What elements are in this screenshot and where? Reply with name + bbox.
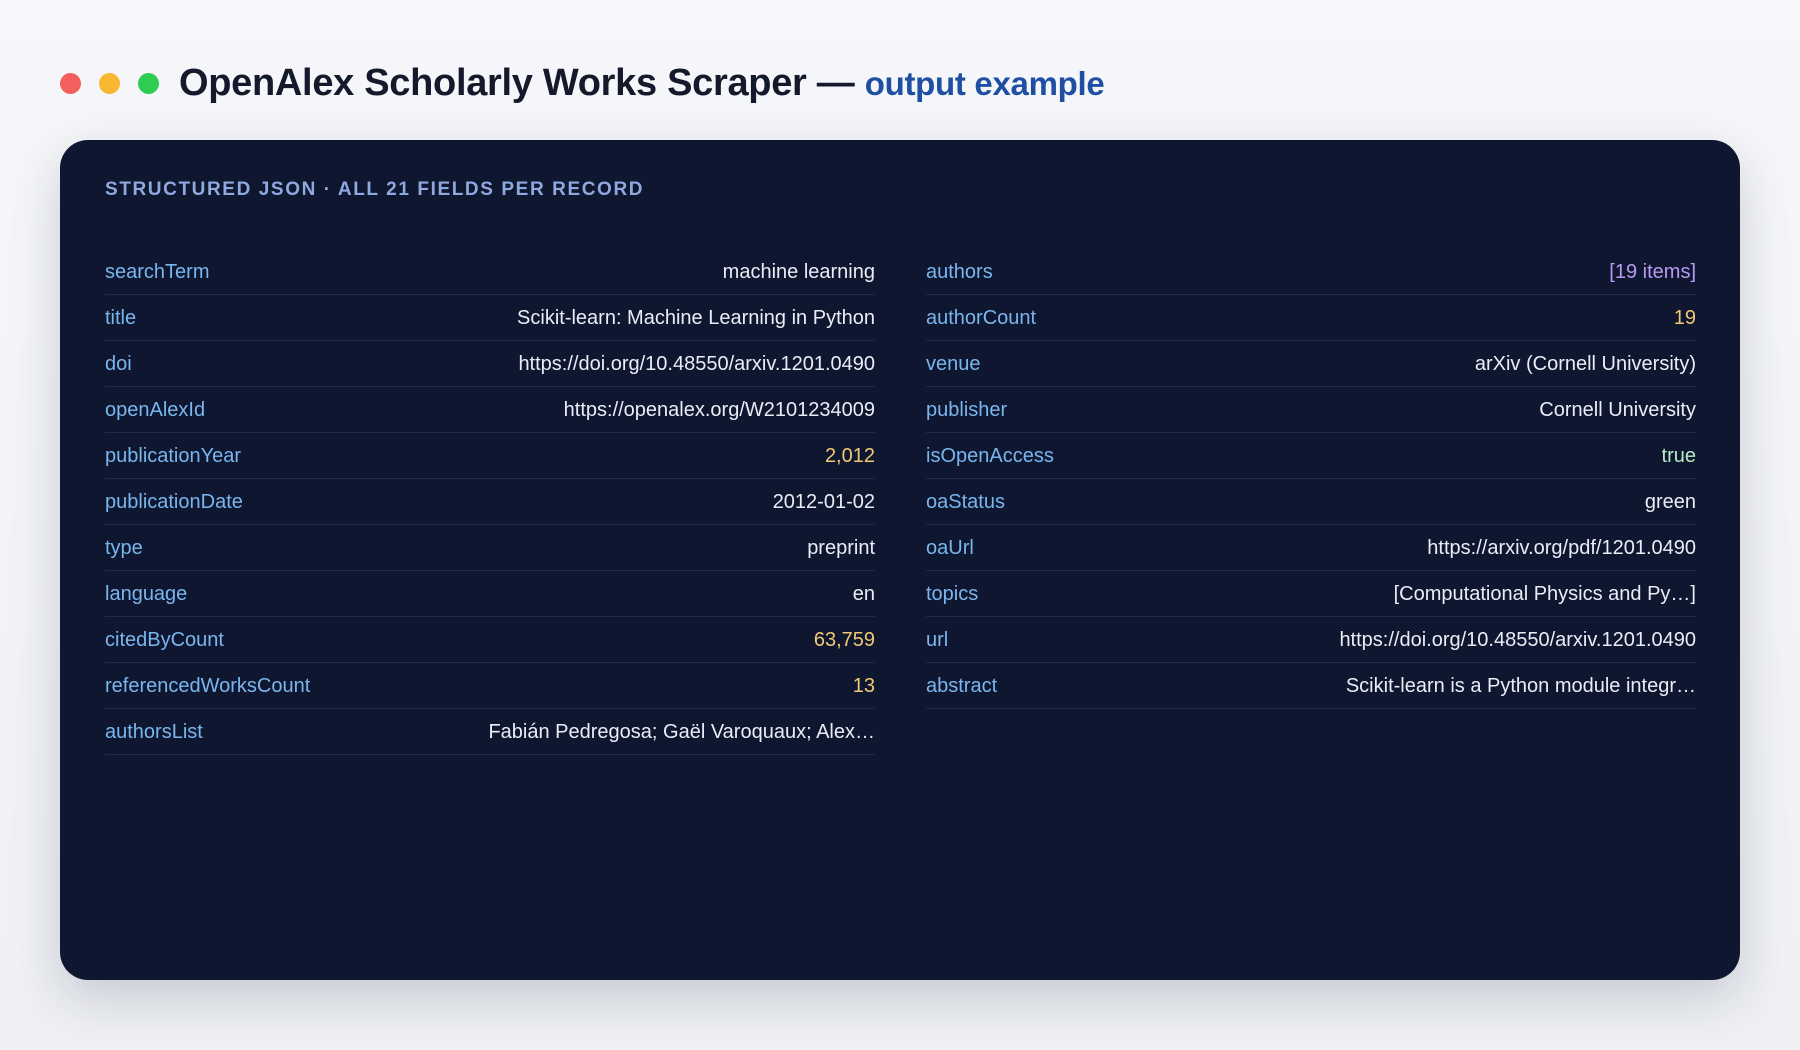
field-row-doi: doi https://doi.org/10.48550/arxiv.1201.0…	[105, 342, 875, 387]
header: OpenAlex Scholarly Works Scraper — outpu…	[60, 58, 1105, 108]
field-value: machine learning	[722, 260, 875, 283]
field-row-oaStatus: oaStatus green	[926, 480, 1696, 525]
field-value: Scikit-learn is a Python module integr…	[1345, 674, 1696, 697]
field-key: topics	[926, 582, 979, 605]
field-key: oaUrl	[926, 536, 974, 559]
field-value: preprint	[807, 536, 875, 559]
field-key: venue	[926, 352, 981, 375]
field-value: 19	[1673, 306, 1696, 329]
field-key: authors	[926, 260, 993, 283]
field-key: referencedWorksCount	[105, 674, 311, 697]
field-key: title	[105, 306, 137, 329]
field-row-searchTerm: searchTerm machine learning	[105, 250, 875, 295]
field-key: doi	[105, 352, 132, 375]
field-value: 13	[852, 674, 875, 697]
field-row-authorCount: authorCount 19	[926, 296, 1696, 341]
panel-label: STRUCTURED JSON · ALL 21 FIELDS PER RECO…	[105, 179, 645, 200]
field-value: 2012-01-02	[772, 490, 875, 513]
field-key: authorsList	[105, 720, 203, 743]
field-row-openAlexId: openAlexId https://openalex.org/W21012340…	[105, 388, 875, 433]
minimize-window-dot[interactable]	[99, 72, 120, 94]
field-row-language: language en	[105, 572, 875, 617]
field-key: searchTerm	[105, 260, 210, 283]
field-key: publicationDate	[105, 490, 243, 513]
json-output-panel: STRUCTURED JSON · ALL 21 FIELDS PER RECO…	[60, 140, 1740, 980]
field-row-citedByCount: citedByCount 63,759	[105, 618, 875, 663]
field-value: true	[1661, 444, 1696, 467]
field-value: [Computational Physics and Py…]	[1393, 582, 1696, 605]
field-key: authorCount	[926, 306, 1037, 329]
field-value: en	[852, 582, 875, 605]
right-field-column: authors [19 items] authorCount 19 venue arXiv…	[926, 250, 1696, 710]
field-row-publicationYear: publicationYear 2,012	[105, 434, 875, 479]
field-row-oaUrl: oaUrl https://arxiv.org/pdf/1201.0490	[926, 526, 1696, 571]
field-value: https://doi.org/10.48550/arxiv.1201.0490	[518, 352, 875, 375]
field-key: citedByCount	[105, 628, 224, 651]
field-value: https://openalex.org/W2101234009	[563, 398, 875, 421]
field-key: isOpenAccess	[926, 444, 1054, 467]
field-value: https://arxiv.org/pdf/1201.0490	[1427, 536, 1696, 559]
page-subtitle: output example	[864, 64, 1105, 102]
field-key: oaStatus	[926, 490, 1005, 513]
left-field-column: searchTerm machine learning title Scikit-le…	[105, 250, 875, 756]
page-title-text: OpenAlex Scholarly Works Scraper —	[179, 61, 855, 104]
field-row-abstract: abstract Scikit-learn is a Python module …	[926, 664, 1696, 709]
page-title: OpenAlex Scholarly Works Scraper — outpu…	[179, 61, 1105, 105]
field-value: green	[1644, 490, 1696, 513]
field-value: [19 items]	[1609, 260, 1696, 283]
field-row-publicationDate: publicationDate 2012-01-02	[105, 480, 875, 525]
field-key: publisher	[926, 398, 1008, 421]
field-key: publicationYear	[105, 444, 242, 467]
field-row-title: title Scikit-learn: Machine Learning in P…	[105, 296, 875, 341]
field-value: Cornell University	[1539, 398, 1696, 421]
field-row-venue: venue arXiv (Cornell University)	[926, 342, 1696, 387]
field-key: abstract	[926, 674, 998, 697]
field-key: type	[105, 536, 143, 559]
field-row-isOpenAccess: isOpenAccess true	[926, 434, 1696, 479]
field-row-url: url https://doi.org/10.48550/arxiv.1201.0…	[926, 618, 1696, 663]
field-value: Fabián Pedregosa; Gaël Varoquaux; Alex…	[488, 720, 875, 743]
maximize-window-dot[interactable]	[138, 72, 159, 94]
field-value: 2,012	[824, 444, 875, 467]
field-key: url	[926, 628, 949, 651]
field-key: language	[105, 582, 188, 605]
field-row-topics: topics [Computational Physics and Py…]	[926, 572, 1696, 617]
close-window-dot[interactable]	[60, 72, 81, 94]
field-row-type: type preprint	[105, 526, 875, 571]
field-value: Scikit-learn: Machine Learning in Python	[517, 306, 875, 329]
field-row-publisher: publisher Cornell University	[926, 388, 1696, 433]
field-row-authors: authors [19 items]	[926, 250, 1696, 295]
field-value: arXiv (Cornell University)	[1474, 352, 1696, 375]
field-key: openAlexId	[105, 398, 206, 421]
field-value: 63,759	[813, 628, 875, 651]
field-row-referencedWorksCount: referencedWorksCount 13	[105, 664, 875, 709]
field-row-authorsList: authorsList Fabián Pedregosa; Gaël Varoqu…	[105, 710, 875, 755]
field-value: https://doi.org/10.48550/arxiv.1201.0490	[1339, 628, 1696, 651]
